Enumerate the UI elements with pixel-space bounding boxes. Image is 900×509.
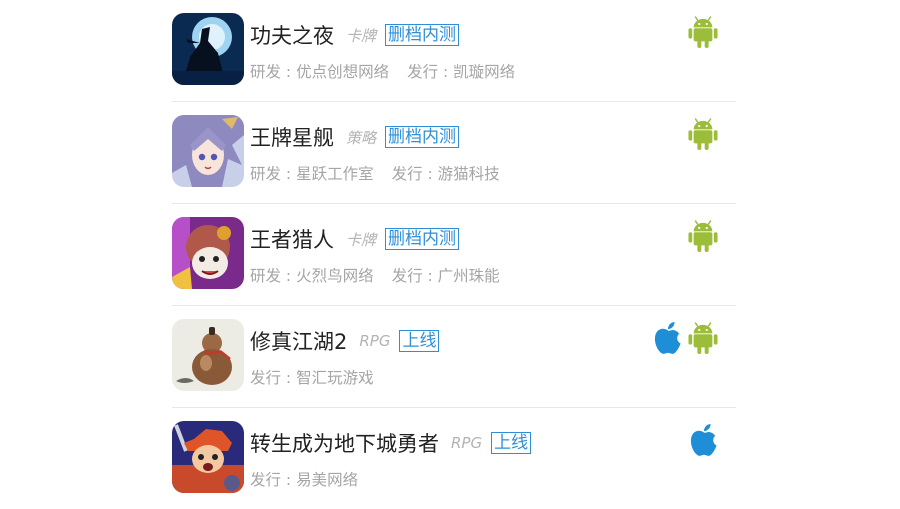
king-hunter-icon[interactable] [172, 217, 244, 289]
game-name[interactable]: 修真江湖2 [250, 326, 347, 356]
publisher-label: 发行 : 智汇玩游戏 [250, 369, 374, 387]
status-badge: 上线 [399, 330, 440, 352]
status-badge: 删档内测 [385, 228, 460, 250]
apple-icon [654, 321, 682, 355]
game-row[interactable]: 功夫之夜 卡牌 删档内测 研发 : 优点创想网络 发行 : 凯璇网络 [172, 0, 736, 102]
android-icon [688, 321, 718, 355]
status-badge: 上线 [491, 432, 532, 454]
game-name[interactable]: 转生成为地下城勇者 [250, 428, 439, 458]
publisher-label: 发行 : 易美网络 [250, 471, 359, 489]
android-icon [688, 117, 718, 151]
publisher-label: 发行 : 广州珠能 [391, 267, 500, 285]
genre-label: 策略 [346, 128, 377, 147]
publisher-label: 发行 : 凯璇网络 [407, 63, 516, 81]
developer-label: 研发 : 星跃工作室 [250, 165, 374, 183]
kungfu-night-icon[interactable] [172, 13, 244, 85]
game-list: 功夫之夜 卡牌 删档内测 研发 : 优点创想网络 发行 : 凯璇网络 王牌星舰 … [172, 0, 736, 509]
developer-label: 研发 : 优点创想网络 [250, 63, 390, 81]
genre-label: 卡牌 [346, 230, 377, 249]
publisher-label: 发行 : 游猫科技 [391, 165, 500, 183]
genre-label: 卡牌 [346, 26, 377, 45]
genre-label: RPG [451, 434, 483, 452]
game-row[interactable]: 王者猎人 卡牌 删档内测 研发 : 火烈鸟网络 发行 : 广州珠能 [172, 204, 736, 306]
status-badge: 删档内测 [385, 24, 460, 46]
game-name[interactable]: 王牌星舰 [250, 122, 334, 152]
ace-starship-icon[interactable] [172, 115, 244, 187]
game-row[interactable]: 王牌星舰 策略 删档内测 研发 : 星跃工作室 发行 : 游猫科技 [172, 102, 736, 204]
game-row[interactable]: 转生成为地下城勇者 RPG 上线 发行 : 易美网络 [172, 408, 736, 509]
developer-label: 研发 : 火烈鸟网络 [250, 267, 374, 285]
status-badge: 删档内测 [385, 126, 460, 148]
gourd-icon[interactable] [172, 319, 244, 391]
genre-label: RPG [359, 332, 391, 350]
apple-icon [690, 423, 718, 457]
game-row[interactable]: 修真江湖2 RPG 上线 发行 : 智汇玩游戏 [172, 306, 736, 408]
android-icon [688, 15, 718, 49]
game-name[interactable]: 王者猎人 [250, 224, 334, 254]
android-icon [688, 219, 718, 253]
game-name[interactable]: 功夫之夜 [250, 20, 334, 50]
dungeon-hero-icon[interactable] [172, 421, 244, 493]
